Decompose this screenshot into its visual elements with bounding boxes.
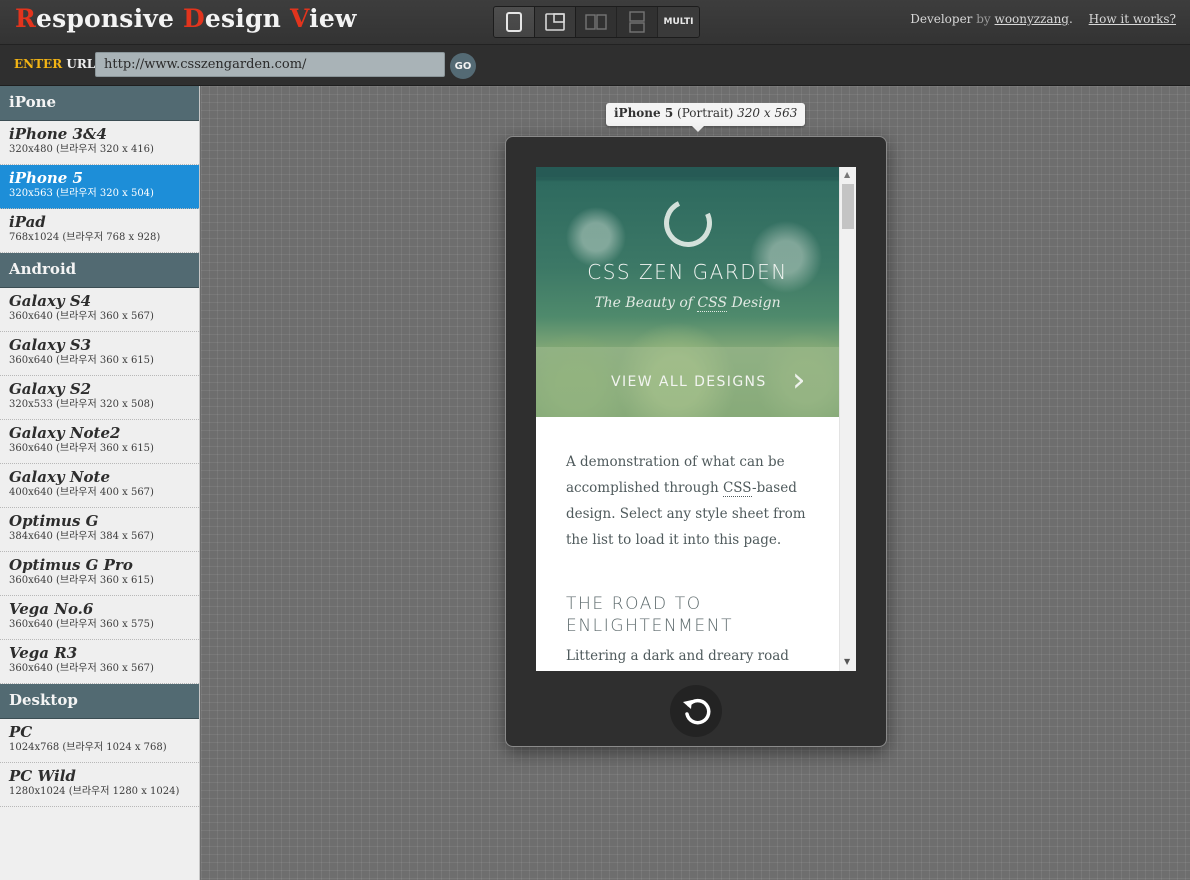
device-spec: 1280x1024 (브라우저 1280 x 1024) bbox=[9, 786, 180, 797]
device-spec: 384x640 (브라우저 384 x 567) bbox=[9, 531, 154, 542]
screen-scrollbar[interactable]: ▲ ▼ bbox=[839, 167, 856, 671]
scroll-up-arrow-icon[interactable]: ▲ bbox=[844, 170, 850, 179]
device-item-iphone-5[interactable]: iPhone 5 320x563 (브라우저 320 x 504) bbox=[0, 165, 199, 209]
device-spec: 360x640 (브라우저 360 x 615) bbox=[9, 355, 154, 366]
device-name: Galaxy Note bbox=[9, 468, 111, 486]
side-by-side-view-button[interactable] bbox=[576, 7, 617, 37]
device-spec: 360x640 (브라우저 360 x 615) bbox=[9, 443, 154, 454]
landscape-view-icon bbox=[545, 13, 565, 31]
device-name: Optimus G bbox=[9, 512, 99, 530]
subtitle-post: Design bbox=[727, 295, 781, 311]
logo-part-1: esponsive bbox=[35, 4, 184, 33]
device-label-size: 320 x 563 bbox=[737, 106, 798, 120]
url-bar: ENTER URL GO bbox=[0, 45, 1190, 86]
author-link[interactable]: woonyzzang bbox=[995, 12, 1069, 26]
scrollbar-thumb[interactable] bbox=[842, 184, 854, 229]
group-header-desktop: Desktop bbox=[0, 684, 199, 719]
logo-cap-v: V bbox=[289, 4, 310, 33]
logo-part-2: esign bbox=[204, 4, 290, 33]
stacked-view-icon bbox=[629, 11, 645, 33]
device-item-vega-no6[interactable]: Vega No.6 360x640 (브라우저 360 x 575) bbox=[0, 596, 199, 640]
logo-cap-d: D bbox=[183, 4, 205, 33]
device-label-name: iPhone 5 bbox=[614, 106, 674, 120]
url-label-url: URL bbox=[62, 57, 96, 71]
rotate-button[interactable] bbox=[670, 685, 722, 737]
view-all-designs-link[interactable]: VIEW ALL DESIGNS bbox=[611, 374, 767, 390]
device-item-pc-wild[interactable]: PC Wild 1280x1024 (브라우저 1280 x 1024) bbox=[0, 763, 199, 807]
multi-view-button[interactable]: MULTI bbox=[658, 7, 699, 37]
chevron-right-icon[interactable]: › bbox=[792, 363, 806, 397]
app-logo[interactable]: Responsive Design View bbox=[15, 4, 357, 33]
device-item-galaxy-s4[interactable]: Galaxy S4 360x640 (브라우저 360 x 567) bbox=[0, 288, 199, 332]
subtitle-abbr: CSS bbox=[697, 295, 728, 312]
scroll-down-arrow-icon[interactable]: ▼ bbox=[844, 657, 850, 666]
device-screen[interactable]: CSS ZEN GARDEN The Beauty of CSS Design … bbox=[536, 167, 856, 671]
intro-abbr: CSS bbox=[722, 480, 753, 497]
device-sidebar: iPone iPhone 3&4 320x480 (브라우저 320 x 416… bbox=[0, 86, 200, 880]
device-name: Galaxy S4 bbox=[9, 292, 92, 310]
developer-credit: Developer by woonyzzang. How it works? bbox=[910, 12, 1176, 26]
device-name: PC bbox=[9, 723, 33, 741]
device-name: Optimus G Pro bbox=[9, 556, 133, 574]
by-label: by bbox=[976, 12, 991, 26]
site-heading: THE ROAD TO ENLIGHTENMENT bbox=[566, 594, 734, 636]
device-name: Vega R3 bbox=[9, 644, 78, 662]
subtitle-pre: The Beauty of bbox=[594, 295, 698, 311]
device-name: iPhone 5 bbox=[9, 169, 83, 187]
device-item-optimus-g[interactable]: Optimus G 384x640 (브라우저 384 x 567) bbox=[0, 508, 199, 552]
device-name: iPhone 3&4 bbox=[9, 125, 107, 143]
side-by-side-view-icon bbox=[585, 14, 607, 30]
site-subtitle: The Beauty of CSS Design bbox=[536, 295, 839, 312]
device-spec: 360x640 (브라우저 360 x 567) bbox=[9, 663, 154, 674]
device-item-optimus-g-pro[interactable]: Optimus G Pro 360x640 (브라우저 360 x 615) bbox=[0, 552, 199, 596]
device-spec: 320x480 (브라우저 320 x 416) bbox=[9, 144, 154, 155]
device-name: iPad bbox=[9, 213, 46, 231]
device-name: Galaxy Note2 bbox=[9, 424, 121, 442]
credit-period: . bbox=[1068, 12, 1073, 26]
site-top-strip bbox=[536, 167, 839, 177]
stacked-view-button[interactable] bbox=[617, 7, 658, 37]
how-it-works-link[interactable]: How it works? bbox=[1089, 12, 1176, 26]
device-spec: 768x1024 (브라우저 768 x 928) bbox=[9, 232, 161, 243]
rotate-icon bbox=[683, 698, 711, 725]
logo-cap-r: R bbox=[15, 4, 36, 33]
device-spec: 360x640 (브라우저 360 x 615) bbox=[9, 575, 154, 586]
device-spec: 1024x768 (브라우저 1024 x 768) bbox=[9, 742, 167, 753]
top-bar: Responsive Design View MULTI Developer b… bbox=[0, 0, 1190, 45]
url-label: ENTER URL bbox=[14, 57, 95, 71]
group-header-android: Android bbox=[0, 253, 199, 288]
device-spec: 320x533 (브라우저 320 x 508) bbox=[9, 399, 154, 410]
url-label-enter: ENTER bbox=[14, 57, 63, 71]
device-spec: 320x563 (브라우저 320 x 504) bbox=[9, 188, 154, 199]
device-item-galaxy-note2[interactable]: Galaxy Note2 360x640 (브라우저 360 x 615) bbox=[0, 420, 199, 464]
device-label-orientation: (Portrait) bbox=[677, 106, 734, 120]
device-spec: 360x640 (브라우저 360 x 575) bbox=[9, 619, 154, 630]
device-name: Vega No.6 bbox=[9, 600, 94, 618]
view-mode-toolbar: MULTI bbox=[493, 6, 700, 38]
device-item-galaxy-s3[interactable]: Galaxy S3 360x640 (브라우저 360 x 615) bbox=[0, 332, 199, 376]
device-name: Galaxy S2 bbox=[9, 380, 92, 398]
device-spec: 400x640 (브라우저 400 x 567) bbox=[9, 487, 154, 498]
group-header-iphone: iPone bbox=[0, 86, 199, 121]
device-name: PC Wild bbox=[9, 767, 76, 785]
device-name: Galaxy S3 bbox=[9, 336, 92, 354]
device-item-galaxy-note[interactable]: Galaxy Note 400x640 (브라우저 400 x 567) bbox=[0, 464, 199, 508]
device-item-galaxy-s2[interactable]: Galaxy S2 320x533 (브라우저 320 x 508) bbox=[0, 376, 199, 420]
landscape-view-button[interactable] bbox=[535, 7, 576, 37]
device-size-label: iPhone 5 (Portrait) 320 x 563 bbox=[606, 103, 806, 132]
device-item-ipad[interactable]: iPad 768x1024 (브라우저 768 x 928) bbox=[0, 209, 199, 253]
developer-label: Developer bbox=[910, 12, 973, 26]
portrait-view-icon bbox=[506, 12, 522, 32]
site-title: CSS ZEN GARDEN bbox=[587, 260, 788, 284]
device-item-vega-r3[interactable]: Vega R3 360x640 (브라우저 360 x 567) bbox=[0, 640, 199, 684]
device-item-pc[interactable]: PC 1024x768 (브라우저 1024 x 768) bbox=[0, 719, 199, 763]
site-intro: A demonstration of what can be accomplis… bbox=[566, 449, 816, 553]
portrait-view-button[interactable] bbox=[494, 7, 535, 37]
device-item-iphone-3-4[interactable]: iPhone 3&4 320x480 (브라우저 320 x 416) bbox=[0, 121, 199, 165]
device-spec: 360x640 (브라우저 360 x 567) bbox=[9, 311, 154, 322]
go-button[interactable]: GO bbox=[450, 53, 476, 79]
site-paragraph: Littering a dark and dreary road bbox=[566, 648, 789, 664]
url-input[interactable] bbox=[95, 52, 445, 77]
logo-part-3: iew bbox=[309, 4, 357, 33]
